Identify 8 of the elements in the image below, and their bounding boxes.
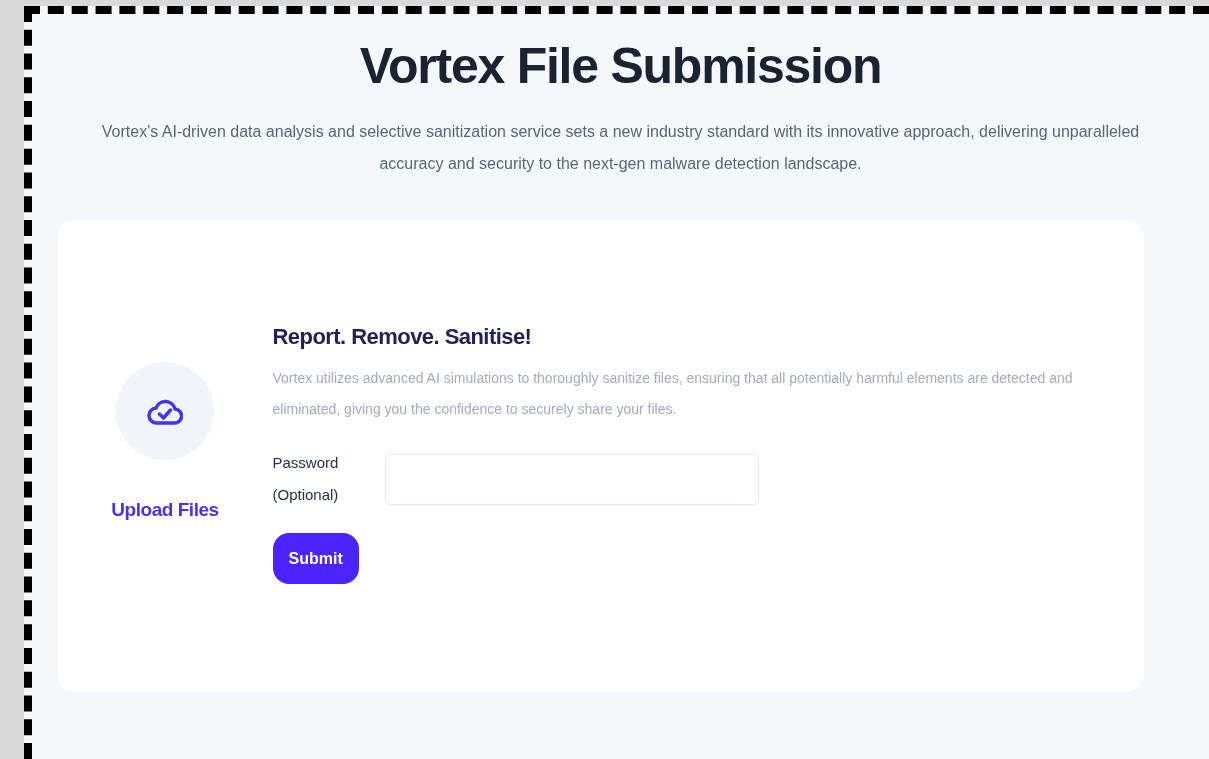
upload-files-link[interactable]: Upload Files bbox=[111, 496, 219, 525]
card-description: Vortex utilizes advanced AI simulations to thoroughly sanitize files, ensuring that all potentially harmful elements are detected and eliminated, giving you the confidence to securely share your files. bbox=[272, 369, 1074, 419]
password-label: Password (Optional) bbox=[272, 453, 340, 505]
card-heading: Report. Remove. Sanitise! bbox=[272, 323, 533, 351]
page-title: Vortex File Submission bbox=[359, 37, 882, 96]
page-subtitle: Vortex's AI-driven data analysis and selective sanitization service sets a new industry standard with its innovative approach, delivering unparalleled accuracy and security to the next-gen malware detection landscape. bbox=[100, 122, 1141, 174]
submit-button[interactable]: Submit bbox=[272, 533, 359, 584]
password-field[interactable] bbox=[384, 453, 759, 505]
